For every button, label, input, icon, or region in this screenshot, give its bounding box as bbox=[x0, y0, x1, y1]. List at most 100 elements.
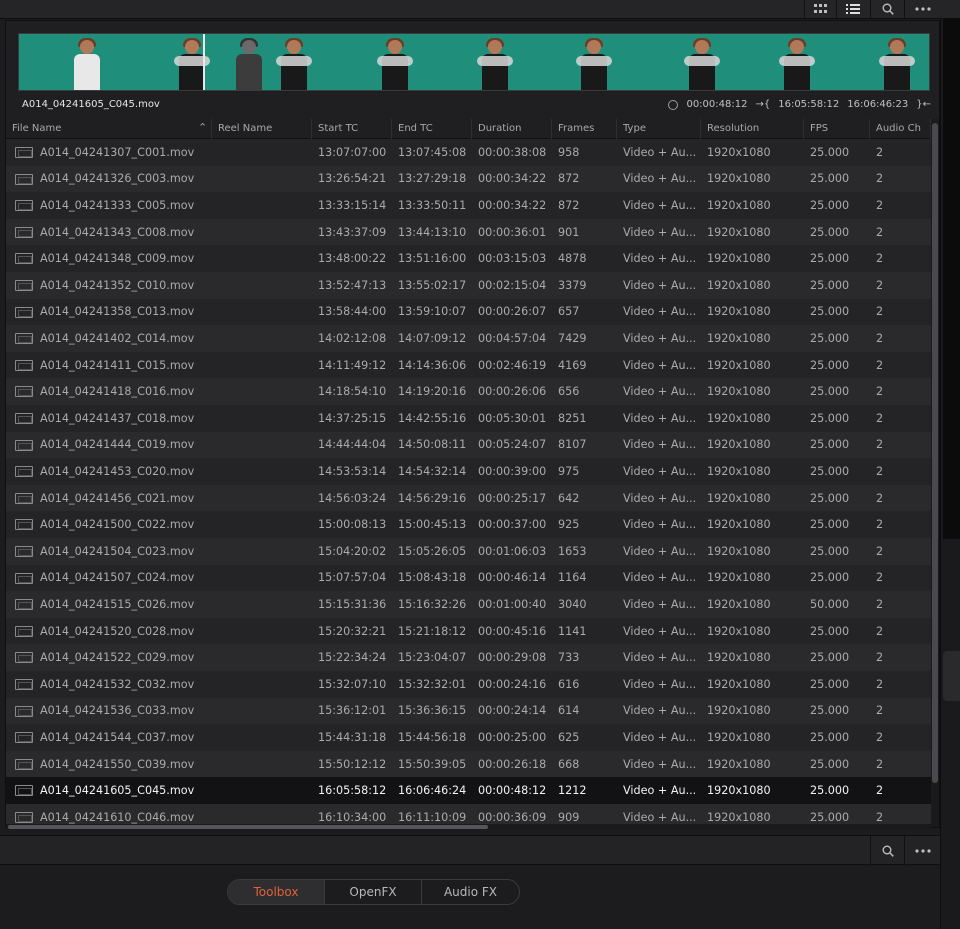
frame-thumbnail bbox=[231, 38, 267, 90]
cell-frames: 657 bbox=[558, 305, 580, 319]
cell-end-tc: 15:21:18:12 bbox=[398, 624, 467, 638]
table-row[interactable]: A014_04241536_C033.mov 15:36:12:01 15:36:3… bbox=[6, 697, 931, 725]
column-header-duration[interactable]: Duration bbox=[472, 119, 552, 139]
cell-resolution: 1920x1080 bbox=[707, 757, 771, 771]
cell-duration: 00:00:26:07 bbox=[478, 305, 547, 319]
table-row[interactable]: A014_04241444_C019.mov 14:44:44:04 14:50:0… bbox=[6, 431, 931, 459]
table-row[interactable]: A014_04241544_C037.mov 15:44:31:18 15:44:5… bbox=[6, 724, 931, 751]
table-row[interactable]: A014_04241507_C024.mov 15:07:57:04 15:08:4… bbox=[6, 564, 931, 592]
cell-resolution: 1920x1080 bbox=[707, 651, 771, 665]
cell-reel-name bbox=[212, 272, 306, 299]
table-row[interactable]: A014_04241500_C022.mov 15:00:08:13 15:00:4… bbox=[6, 511, 931, 538]
grid-view-button[interactable] bbox=[804, 0, 836, 18]
table-row[interactable]: A014_04241358_C013.mov 13:58:44:00 13:59:1… bbox=[6, 298, 931, 326]
cell-reel-name bbox=[212, 139, 306, 166]
cell-resolution: 1920x1080 bbox=[707, 464, 771, 478]
cell-frames: 733 bbox=[558, 651, 580, 665]
tab-openfx[interactable]: OpenFX bbox=[325, 880, 422, 904]
cell-reel-name bbox=[212, 432, 306, 459]
video-clip-icon bbox=[15, 439, 33, 451]
tab-toolbox[interactable]: Toolbox bbox=[228, 880, 325, 904]
table-row[interactable]: A014_04241522_C029.mov 15:22:34:24 15:23:0… bbox=[6, 644, 931, 671]
cell-type: Video + Au... bbox=[623, 544, 697, 558]
table-row[interactable]: A014_04241515_C026.mov 15:15:31:36 15:16:3… bbox=[6, 591, 931, 618]
column-header-reel-name[interactable]: Reel Name bbox=[212, 119, 312, 139]
cell-audio-ch: 2 bbox=[876, 784, 884, 798]
horizontal-scroll-thumb[interactable] bbox=[8, 825, 488, 829]
video-clip-icon bbox=[15, 359, 33, 371]
video-clip-icon bbox=[15, 758, 33, 770]
bottom-more-options-button[interactable] bbox=[904, 836, 940, 866]
column-header-resolution[interactable]: Resolution bbox=[701, 119, 804, 139]
table-row[interactable]: A014_04241437_C018.mov 14:37:25:15 14:42:5… bbox=[6, 405, 931, 432]
bottom-search-button[interactable] bbox=[870, 836, 904, 866]
table-row[interactable]: A014_04241411_C015.mov 14:11:49:12 14:14:3… bbox=[6, 351, 931, 379]
table-row[interactable]: A014_04241348_C009.mov 13:48:00:22 13:51:1… bbox=[6, 245, 931, 272]
table-row[interactable]: A014_04241520_C028.mov 15:20:32:21 15:21:1… bbox=[6, 617, 931, 645]
table-row[interactable]: A014_04241550_C039.mov 15:50:12:12 15:50:3… bbox=[6, 750, 931, 778]
cell-type: Video + Au... bbox=[623, 518, 697, 532]
vertical-scroll-thumb[interactable] bbox=[932, 123, 938, 783]
clip-filmstrip[interactable] bbox=[18, 33, 930, 91]
cell-duration: 00:04:57:04 bbox=[478, 331, 547, 345]
frame-thumbnail bbox=[576, 38, 612, 90]
table-row[interactable]: A014_04241605_C045.mov 16:05:58:12 16:06:4… bbox=[6, 777, 931, 804]
column-header-start-tc[interactable]: Start TC bbox=[312, 119, 392, 139]
cell-resolution: 1920x1080 bbox=[707, 571, 771, 585]
search-button[interactable] bbox=[870, 0, 904, 18]
cell-fps: 25.000 bbox=[810, 225, 850, 239]
column-header-type[interactable]: Type bbox=[617, 119, 701, 139]
table-row[interactable]: A014_04241456_C021.mov 14:56:03:24 14:56:2… bbox=[6, 484, 931, 512]
sort-ascending-icon[interactable]: ⌃ bbox=[198, 121, 207, 134]
cell-audio-ch: 2 bbox=[876, 358, 884, 372]
cell-type: Video + Au... bbox=[623, 145, 697, 159]
cell-start-tc: 14:37:25:15 bbox=[318, 411, 387, 425]
cell-reel-name bbox=[212, 352, 306, 379]
column-header-frames[interactable]: Frames bbox=[552, 119, 617, 139]
cell-fps: 25.000 bbox=[810, 278, 850, 292]
cell-audio-ch: 2 bbox=[876, 225, 884, 239]
cell-type: Video + Au... bbox=[623, 704, 697, 718]
table-row[interactable]: A014_04241333_C005.mov 13:33:15:14 13:33:5… bbox=[6, 192, 931, 219]
more-options-button[interactable] bbox=[904, 0, 940, 18]
bottom-toolbar bbox=[0, 835, 940, 866]
list-icon bbox=[845, 4, 860, 14]
list-view-button[interactable] bbox=[836, 0, 868, 18]
cell-resolution: 1920x1080 bbox=[707, 172, 771, 186]
cell-fps: 25.000 bbox=[810, 172, 850, 186]
viewer-clip-name: A014_04241605_C045.mov bbox=[22, 99, 160, 110]
vertical-scrollbar[interactable] bbox=[931, 119, 939, 827]
table-row[interactable]: A014_04241352_C010.mov 13:52:47:13 13:55:0… bbox=[6, 272, 931, 299]
cell-fps: 25.000 bbox=[810, 544, 850, 558]
table-row[interactable]: A014_04241343_C008.mov 13:43:37:09 13:44:1… bbox=[6, 218, 931, 246]
video-clip-icon bbox=[15, 386, 33, 398]
column-header-audio-ch[interactable]: Audio Ch bbox=[870, 119, 931, 139]
cell-reel-name bbox=[212, 724, 306, 751]
table-row[interactable]: A014_04241418_C016.mov 14:18:54:10 14:19:2… bbox=[6, 378, 931, 405]
column-header-fps[interactable]: FPS bbox=[804, 119, 870, 139]
cell-end-tc: 15:32:32:01 bbox=[398, 677, 467, 691]
table-row[interactable]: A014_04241307_C001.mov 13:07:07:00 13:07:4… bbox=[6, 139, 931, 166]
media-pool-panel: A014_04241605_C045.mov 00:00:48:12 →{ 16… bbox=[5, 20, 940, 830]
table-row[interactable]: A014_04241532_C032.mov 15:32:07:10 15:32:3… bbox=[6, 671, 931, 698]
table-row[interactable]: A014_04241402_C014.mov 14:02:12:08 14:07:0… bbox=[6, 325, 931, 352]
cell-audio-ch: 2 bbox=[876, 730, 884, 744]
tab-audio-fx[interactable]: Audio FX bbox=[422, 880, 519, 904]
video-clip-icon bbox=[15, 226, 33, 238]
cell-reel-name bbox=[212, 777, 306, 804]
table-row[interactable]: A014_04241504_C023.mov 15:04:20:02 15:05:2… bbox=[6, 538, 931, 565]
cell-frames: 642 bbox=[558, 491, 580, 505]
column-header-file-name[interactable]: File Name bbox=[6, 119, 212, 139]
column-header-end-tc[interactable]: End TC bbox=[392, 119, 472, 139]
table-row[interactable]: A014_04241453_C020.mov 14:53:53:14 14:54:3… bbox=[6, 458, 931, 485]
cell-duration: 00:00:45:16 bbox=[478, 624, 547, 638]
search-icon bbox=[882, 3, 894, 15]
cell-frames: 616 bbox=[558, 677, 580, 691]
table-row[interactable]: A014_04241326_C003.mov 13:26:54:21 13:27:2… bbox=[6, 165, 931, 193]
horizontal-scrollbar[interactable] bbox=[6, 824, 931, 830]
cell-audio-ch: 2 bbox=[876, 597, 884, 611]
playhead[interactable] bbox=[203, 34, 205, 90]
cell-start-tc: 14:11:49:12 bbox=[318, 358, 387, 372]
cell-audio-ch: 2 bbox=[876, 624, 884, 638]
cell-fps: 25.000 bbox=[810, 704, 850, 718]
